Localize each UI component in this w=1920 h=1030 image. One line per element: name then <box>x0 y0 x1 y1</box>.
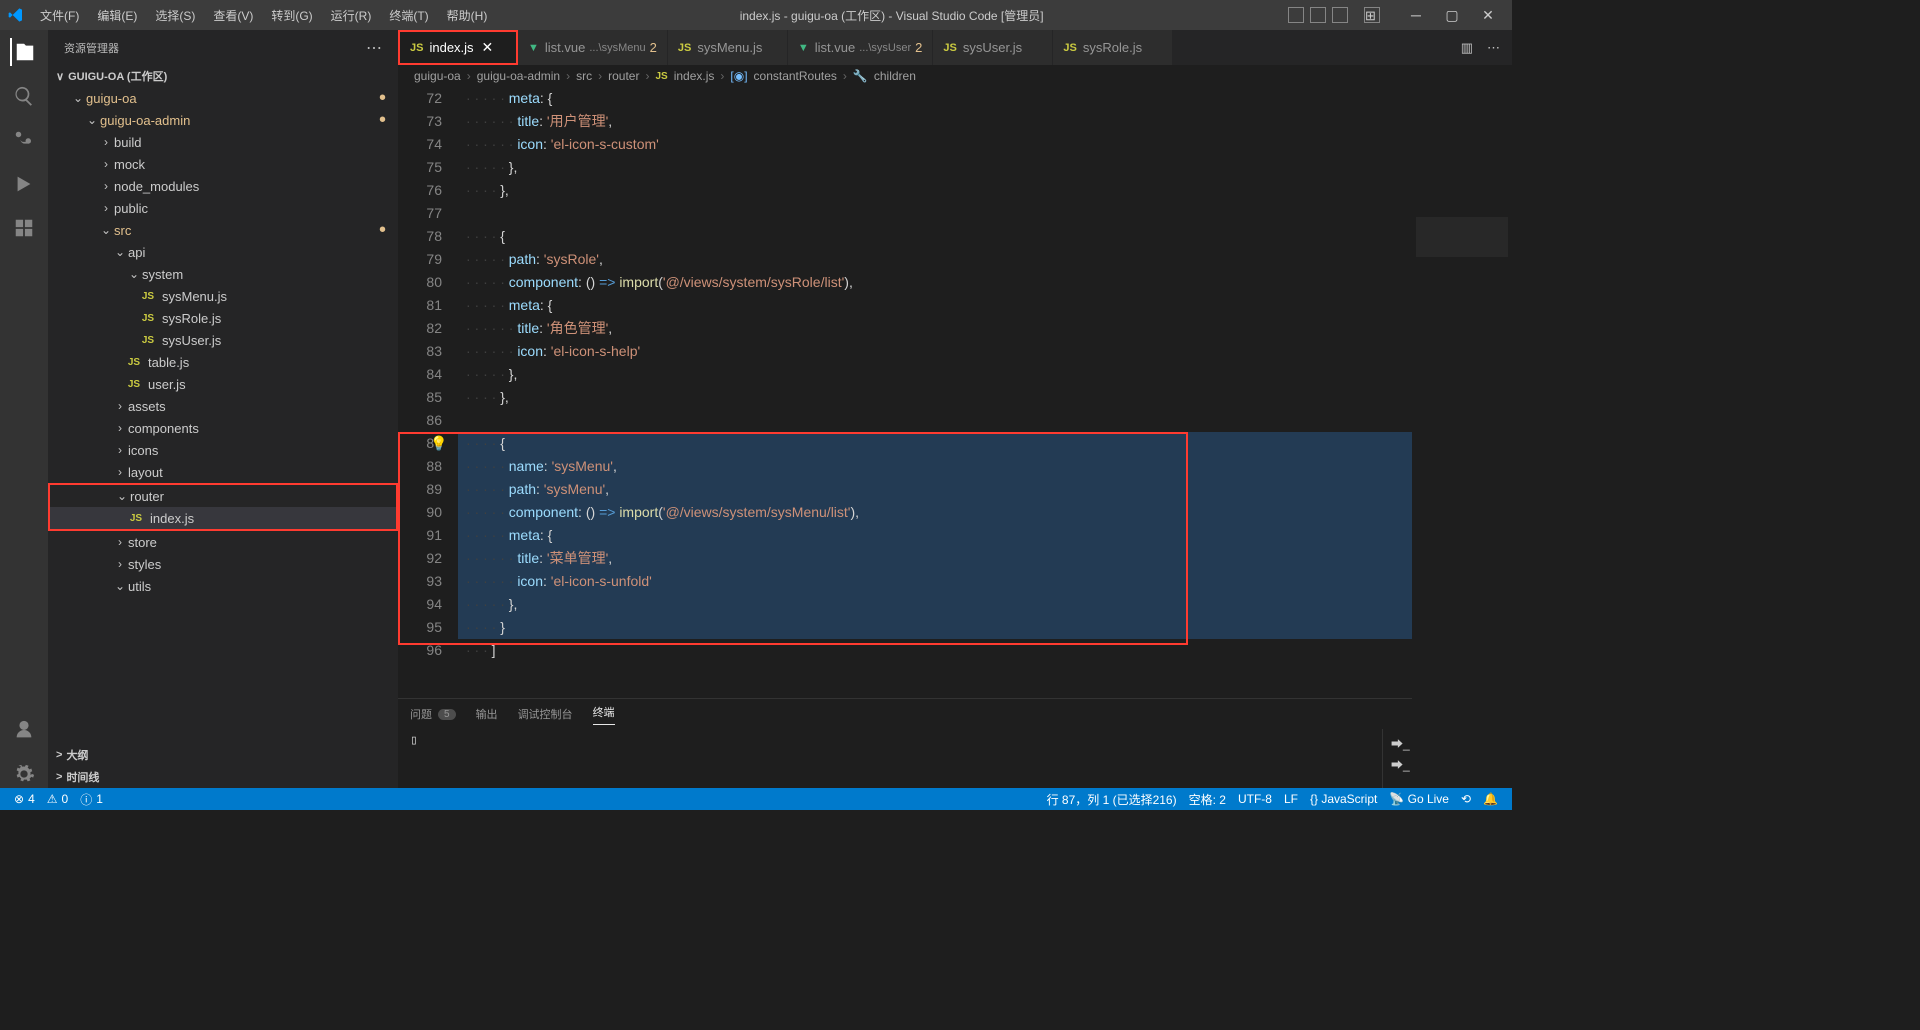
tree-item[interactable]: ⌄utils <box>48 575 398 597</box>
line-gutter: 7273747576777879808182838485868788899091… <box>398 87 458 698</box>
menu-item[interactable]: 文件(F) <box>32 3 87 28</box>
bottom-panel: 问题5输出调试控制台终端＋⌄⌃✕ ▯ ⮕_powershell⮕_powersh… <box>398 698 1512 788</box>
panel-bottom-icon[interactable] <box>1310 7 1326 23</box>
more-icon[interactable]: ⋯ <box>1487 40 1500 56</box>
activity-bar <box>0 30 48 788</box>
tree-item[interactable]: JSsysUser.js <box>48 329 398 351</box>
tree-item[interactable]: ›store <box>48 531 398 553</box>
window-title: index.js - guigu-oa (工作区) - Visual Studi… <box>495 7 1288 24</box>
sidebar-more-icon[interactable]: ⋯ <box>366 38 382 58</box>
editor-tab[interactable]: JSsysMenu.js <box>668 30 788 65</box>
settings-icon[interactable] <box>10 760 38 788</box>
editor-tab[interactable]: ▼list.vue...\sysMenu2 <box>518 30 668 65</box>
tree-item[interactable]: ⌄system <box>48 263 398 285</box>
search-icon[interactable] <box>10 82 38 110</box>
extensions-icon[interactable] <box>10 214 38 242</box>
tree-item[interactable]: ›components <box>48 417 398 439</box>
tree-item[interactable]: ›layout <box>48 461 398 483</box>
status-item[interactable]: ⊗4 <box>8 791 41 808</box>
explorer-icon[interactable] <box>10 38 38 66</box>
status-bar: ⊗4⚠0ⓘ1 行 87，列 1 (已选择216)空格: 2UTF-8LF{} J… <box>0 788 1512 810</box>
status-item[interactable]: {} JavaScript <box>1304 791 1383 808</box>
window-controls: ─ ▢ ✕ <box>1400 7 1504 24</box>
lightbulb-icon[interactable]: 💡 <box>430 432 447 455</box>
sidebar: 资源管理器 ⋯ ∨GUIGU-OA (工作区) ⌄guigu-oa•⌄guigu… <box>48 30 398 788</box>
close-button[interactable]: ✕ <box>1472 7 1504 24</box>
status-item[interactable]: 📡 Go Live <box>1383 791 1455 808</box>
tree-item[interactable]: ⌄src• <box>48 219 398 241</box>
file-tree: ⌄guigu-oa•⌄guigu-oa-admin•›build›mock›no… <box>48 87 398 744</box>
tree-item[interactable]: JSindex.js <box>50 507 396 529</box>
menu-item[interactable]: 编辑(E) <box>89 3 145 28</box>
close-tab-icon[interactable]: ✕ <box>482 39 494 56</box>
source-control-icon[interactable] <box>10 126 38 154</box>
menu-item[interactable]: 转到(G) <box>263 3 320 28</box>
editor-tab[interactable]: ▼list.vue...\sysUser2 <box>788 30 934 65</box>
tree-item[interactable]: ⌄router <box>50 485 396 507</box>
status-item[interactable]: 🔔 <box>1477 791 1504 808</box>
menu-item[interactable]: 查看(V) <box>205 3 261 28</box>
minimize-button[interactable]: ─ <box>1400 7 1432 23</box>
status-item[interactable]: ⟲ <box>1455 791 1477 808</box>
panel-tab[interactable]: 输出 <box>476 706 498 722</box>
timeline-section[interactable]: >时间线 <box>48 766 398 788</box>
split-editor-icon[interactable]: ▥ <box>1461 40 1473 56</box>
tree-item[interactable]: JStable.js <box>48 351 398 373</box>
menu-bar: 文件(F)编辑(E)选择(S)查看(V)转到(G)运行(R)终端(T)帮助(H) <box>32 3 495 28</box>
terminal-icon: ⮕_ <box>1391 735 1410 752</box>
panel-tab[interactable]: 终端 <box>593 704 615 725</box>
panel-right-icon[interactable] <box>1332 7 1348 23</box>
minimap[interactable] <box>1412 87 1512 788</box>
tree-item[interactable]: ›mock <box>48 153 398 175</box>
status-item[interactable]: 空格: 2 <box>1183 791 1232 808</box>
layout-icon[interactable]: ⊞ <box>1364 7 1380 23</box>
editor-area: JSindex.js✕▼list.vue...\sysMenu2JSsysMen… <box>398 30 1512 788</box>
panel-tabs: 问题5输出调试控制台终端＋⌄⌃✕ <box>398 699 1512 729</box>
tree-item[interactable]: JSsysRole.js <box>48 307 398 329</box>
tree-item[interactable]: ›assets <box>48 395 398 417</box>
panel-tab[interactable]: 调试控制台 <box>518 706 573 722</box>
menu-item[interactable]: 选择(S) <box>147 3 203 28</box>
tree-item[interactable]: ›public <box>48 197 398 219</box>
terminal-icon: ⮕_ <box>1391 756 1410 773</box>
editor-tab[interactable]: JSsysRole.js <box>1053 30 1173 65</box>
status-item[interactable]: ⚠0 <box>41 791 74 808</box>
tree-item[interactable]: ›build <box>48 131 398 153</box>
layout-controls[interactable]: ⊞ <box>1288 7 1380 23</box>
breadcrumb[interactable]: guigu-oa›guigu-oa-admin›src›router›JSind… <box>398 65 1512 87</box>
sidebar-title: 资源管理器 <box>64 40 119 56</box>
run-debug-icon[interactable] <box>10 170 38 198</box>
tree-item[interactable]: ⌄guigu-oa• <box>48 87 398 109</box>
title-bar: 文件(F)编辑(E)选择(S)查看(V)转到(G)运行(R)终端(T)帮助(H)… <box>0 0 1512 30</box>
outline-section[interactable]: >大纲 <box>48 744 398 766</box>
code-editor[interactable]: 7273747576777879808182838485868788899091… <box>398 87 1512 698</box>
account-icon[interactable] <box>10 716 38 744</box>
code-content[interactable]: · · · · · meta: {· · · · · · title: '用户管… <box>458 87 1512 698</box>
tree-item[interactable]: ›styles <box>48 553 398 575</box>
panel-left-icon[interactable] <box>1288 7 1304 23</box>
menu-item[interactable]: 帮助(H) <box>439 3 496 28</box>
editor-tabs: JSindex.js✕▼list.vue...\sysMenu2JSsysMen… <box>398 30 1512 65</box>
vscode-icon <box>8 7 24 23</box>
maximize-button[interactable]: ▢ <box>1436 7 1468 24</box>
tree-item[interactable]: ›node_modules <box>48 175 398 197</box>
menu-item[interactable]: 终端(T) <box>381 3 436 28</box>
status-item[interactable]: 行 87，列 1 (已选择216) <box>1041 791 1183 808</box>
workspace-header[interactable]: ∨GUIGU-OA (工作区) <box>48 65 398 87</box>
menu-item[interactable]: 运行(R) <box>323 3 380 28</box>
sidebar-header: 资源管理器 ⋯ <box>48 30 398 65</box>
tree-item[interactable]: ⌄api <box>48 241 398 263</box>
editor-tab[interactable]: JSindex.js✕ <box>398 30 518 65</box>
tree-item[interactable]: ⌄guigu-oa-admin• <box>48 109 398 131</box>
editor-tab[interactable]: JSsysUser.js <box>933 30 1053 65</box>
tree-item[interactable]: JSuser.js <box>48 373 398 395</box>
status-item[interactable]: UTF-8 <box>1232 791 1278 808</box>
status-item[interactable]: ⓘ1 <box>74 791 109 808</box>
tree-item[interactable]: ›icons <box>48 439 398 461</box>
panel-tab[interactable]: 问题5 <box>410 706 456 722</box>
terminal[interactable]: ▯ <box>398 729 1382 788</box>
status-item[interactable]: LF <box>1278 791 1304 808</box>
tree-item[interactable]: JSsysMenu.js <box>48 285 398 307</box>
